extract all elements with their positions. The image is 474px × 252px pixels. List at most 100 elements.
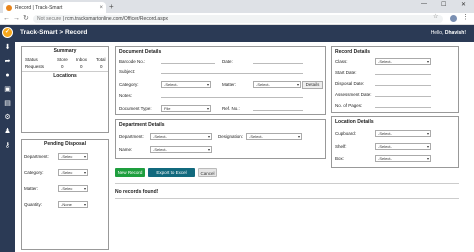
disposal-date-input[interactable]	[375, 80, 431, 86]
new-tab-button[interactable]: +	[109, 2, 114, 12]
back-icon[interactable]: ←	[3, 14, 10, 24]
export-excel-button[interactable]: Export to Excel	[148, 168, 195, 177]
bookmark-star-icon[interactable]: ☆	[433, 13, 438, 22]
category-select[interactable]: -Select- ▾	[161, 81, 211, 88]
page-title: Track-Smart > Record	[20, 29, 88, 36]
pd-quantity-label: Quantity:	[24, 202, 43, 207]
minimize-icon[interactable]: —	[421, 1, 427, 7]
assessment-date-input[interactable]	[375, 91, 431, 97]
briefcase-icon[interactable]: ▣	[3, 85, 12, 94]
location-details-panel: Location Details Cupboard: -Select- ▾ She…	[331, 116, 459, 168]
barcode-input[interactable]	[161, 58, 215, 64]
box-select[interactable]: -Select- ▾	[375, 155, 431, 162]
cancel-button[interactable]: Cancel	[198, 168, 217, 177]
name-select[interactable]: -Select- ▾	[150, 146, 212, 153]
col-inbox: Inbox	[76, 57, 88, 62]
browser-tab[interactable]: Record | Track-Smart ×	[3, 2, 106, 13]
no-records-message: No records found!	[115, 189, 159, 195]
cupboard-label: Cupboard:	[335, 131, 357, 136]
shelf-label: Shelf:	[335, 144, 347, 149]
class-select[interactable]: -Select- ▾	[375, 58, 431, 65]
forward-icon[interactable]: →	[13, 14, 20, 24]
class-label: Class:	[335, 59, 348, 64]
browser-menu-icon[interactable]: ⋮	[462, 13, 469, 23]
track-smart-logo: ✓	[2, 27, 13, 38]
key-icon[interactable]: ⚷	[3, 141, 12, 150]
greeting: Hello, Dhavish!	[430, 30, 466, 36]
chevron-down-icon: ▾	[426, 59, 429, 64]
page-header: Track-Smart > Record Hello, Dhavish!	[15, 25, 474, 42]
url-text: rcm.tracksmartonline.com/Officer/Record.…	[65, 16, 168, 22]
address-bar-row: ← → ↻ Not secure | rcm.tracksmartonline.…	[0, 13, 474, 25]
row-label: Requests	[25, 64, 45, 69]
pages-input[interactable]	[375, 102, 431, 108]
document-details-title: Document Details	[119, 49, 162, 55]
url-field[interactable]: Not secure | rcm.tracksmartonline.com/Of…	[33, 15, 443, 23]
reload-icon[interactable]: ↻	[23, 14, 29, 24]
chevron-down-icon: ▾	[296, 82, 299, 87]
barcode-label: Barcode No.:	[119, 59, 146, 64]
chevron-down-icon: ▾	[83, 202, 86, 207]
assessment-date-label: Assessment Date:	[335, 92, 372, 97]
col-status: Status	[25, 57, 38, 62]
profile-avatar[interactable]	[450, 15, 457, 22]
pd-quantity-select[interactable]: -None ▾	[58, 201, 88, 208]
department-select[interactable]: -Select- ▾	[150, 133, 212, 140]
new-record-button[interactable]: New Record	[115, 168, 145, 177]
users-icon[interactable]: ♟	[3, 127, 12, 136]
disposal-date-label: Disposal Date:	[335, 81, 365, 86]
not-secure-label: Not secure	[37, 16, 62, 22]
date-input[interactable]	[253, 58, 303, 64]
pd-department-select[interactable]: -Selec ▾	[58, 153, 88, 160]
notes-label: Notes:	[119, 93, 133, 98]
pd-matter-select[interactable]: -Selec ▾	[58, 185, 88, 192]
store-count[interactable]: 0	[61, 64, 64, 69]
chevron-down-icon: ▾	[207, 147, 210, 152]
tab-close-icon[interactable]: ×	[99, 5, 103, 11]
date-label: Date:	[222, 59, 233, 64]
category-label: Category:	[119, 82, 139, 87]
archive-icon[interactable]: ▤	[3, 99, 12, 108]
record-details-title: Record Details	[335, 49, 371, 55]
doctype-select[interactable]: File ▾	[161, 105, 211, 112]
box-label: Box:	[335, 156, 345, 161]
subject-input[interactable]	[161, 68, 303, 74]
results-divider	[115, 183, 459, 184]
pd-category-label: Category:	[24, 170, 44, 175]
window-close-icon[interactable]: ✕	[461, 1, 466, 8]
pd-department-label: Department:	[24, 154, 49, 159]
col-total: Total	[96, 57, 106, 62]
chevron-down-icon: ▾	[83, 186, 86, 191]
record-details-panel: Record Details Class: -Select- ▾ Start Da…	[331, 46, 459, 113]
chevron-down-icon: ▾	[297, 134, 300, 139]
browser-tab-strip: Record | Track-Smart × + — ☐ ✕	[0, 0, 474, 13]
favicon-icon	[6, 4, 12, 11]
download-icon[interactable]: ⬇	[3, 43, 12, 52]
shelf-select[interactable]: -Select- ▾	[375, 143, 431, 150]
refno-input[interactable]	[253, 105, 303, 111]
doctype-label: Document Type:	[119, 106, 152, 111]
total-count[interactable]: 0	[100, 64, 103, 69]
maximize-icon[interactable]: ☐	[441, 1, 446, 8]
chevron-down-icon: ▾	[206, 106, 209, 111]
share-icon[interactable]: ➦	[3, 57, 12, 66]
designation-label: Designation:	[218, 134, 244, 139]
matter-select[interactable]: -Select- ▾	[253, 81, 301, 88]
chevron-down-icon: ▾	[426, 131, 429, 136]
user-icon[interactable]: ●	[3, 71, 12, 80]
chevron-down-icon: ▾	[83, 154, 86, 159]
tab-title: Record | Track-Smart	[15, 4, 63, 11]
designation-select[interactable]: -Select- ▾	[246, 133, 302, 140]
department-label: Department:	[119, 134, 144, 139]
cupboard-select[interactable]: -Select- ▾	[375, 130, 431, 137]
details-button[interactable]: Details	[302, 81, 323, 89]
start-date-label: Start Date:	[335, 70, 357, 75]
inbox-count[interactable]: 0	[80, 64, 83, 69]
gear-icon[interactable]: ⚙	[3, 113, 12, 122]
matter-label: Matter:	[222, 82, 237, 87]
pd-category-select[interactable]: -Selec ▾	[58, 169, 88, 176]
department-details-title: Department Details	[119, 122, 165, 128]
start-date-input[interactable]	[375, 69, 431, 75]
notes-input[interactable]	[161, 92, 303, 98]
pending-disposal-title: Pending Disposal	[44, 141, 86, 147]
